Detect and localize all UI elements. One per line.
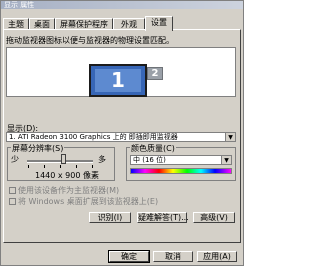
color-quality-value: 中 (16 位): [133, 156, 166, 164]
display-select[interactable]: 1. ATI Radeon 3100 Graphics 上的 即插即用监视器 ▼: [6, 132, 236, 142]
display-select-value: 1. ATI Radeon 3100 Graphics 上的 即插即用监视器: [9, 133, 178, 141]
primary-monitor-option[interactable]: 使用该设备作为主监视器(M): [9, 185, 119, 196]
resolution-less-label: 少: [11, 155, 19, 164]
extend-desktop-checkbox[interactable]: [9, 198, 16, 205]
cancel-button[interactable]: 取消: [153, 251, 193, 262]
display-properties-window: 显示 属性 主题 桌面 屏幕保护程序 外观 设置 拖动监视器图标以便与监视器的物…: [0, 0, 244, 266]
slider-tick: [28, 165, 29, 168]
color-spectrum-bar: [130, 168, 232, 174]
monitor-2-icon[interactable]: 2: [147, 67, 163, 80]
monitor-2-number: 2: [151, 68, 159, 79]
window-title: 显示 属性: [4, 1, 35, 9]
primary-monitor-checkbox[interactable]: [9, 187, 16, 194]
extend-desktop-option[interactable]: 将 Windows 桌面扩展到该监视器上(E): [9, 196, 158, 207]
extend-desktop-label: 将 Windows 桌面扩展到该监视器上(E): [18, 197, 159, 206]
advanced-button[interactable]: 高级(V): [193, 212, 235, 223]
slider-tick: [60, 165, 61, 168]
monitor-1-number: 1: [111, 68, 125, 92]
primary-monitor-label: 使用该设备作为主监视器(M): [18, 186, 120, 195]
color-quality-select[interactable]: 中 (16 位) ▼: [130, 155, 232, 165]
tab-strip: 主题 桌面 屏幕保护程序 外观 设置: [3, 16, 241, 31]
slider-tick: [76, 165, 77, 168]
ok-button[interactable]: 确定: [108, 250, 150, 263]
chevron-down-icon[interactable]: ▼: [225, 133, 235, 141]
resolution-more-label: 多: [98, 155, 106, 164]
resolution-title: 屏幕分辨率(S): [11, 143, 65, 154]
monitor-1-icon[interactable]: 1: [89, 64, 147, 97]
title-bar[interactable]: 显示 属性: [1, 1, 243, 9]
troubleshoot-button[interactable]: 疑难解答(T)...: [137, 212, 189, 223]
drag-monitor-instructions: 拖动监视器图标以便与监视器的物理设置匹配。: [6, 36, 174, 45]
identify-button[interactable]: 识别(I): [89, 212, 131, 223]
chevron-down-icon[interactable]: ▼: [221, 156, 231, 164]
resolution-slider-track[interactable]: [27, 160, 93, 163]
slider-tick: [44, 165, 45, 168]
slider-tick: [92, 165, 93, 168]
tab-settings[interactable]: 设置: [145, 16, 173, 31]
color-quality-title: 颜色质量(C): [130, 143, 176, 154]
apply-button[interactable]: 应用(A): [197, 251, 237, 262]
resolution-value: 1440 x 900 像素: [35, 171, 99, 180]
resolution-slider-thumb[interactable]: [61, 154, 67, 164]
